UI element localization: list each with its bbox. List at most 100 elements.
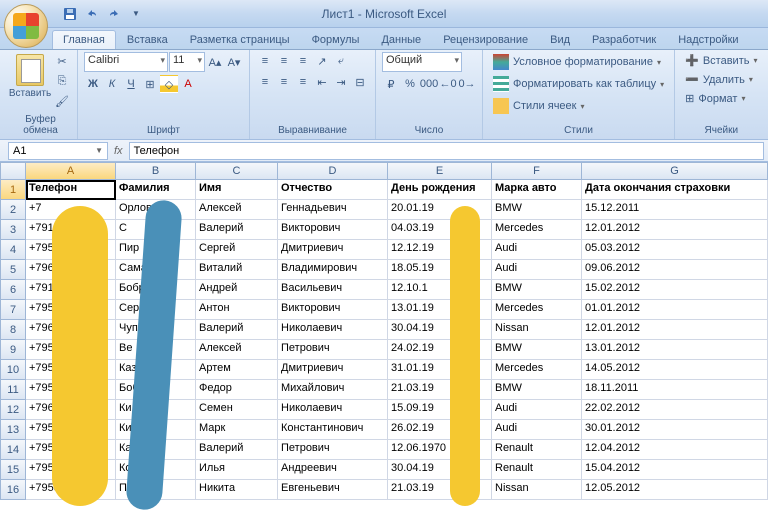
- fill-color-button[interactable]: ◇: [160, 75, 178, 93]
- align-left-button[interactable]: ≡: [256, 73, 274, 91]
- cell[interactable]: Викторович: [278, 220, 388, 240]
- cell[interactable]: Марка авто: [492, 180, 582, 200]
- wrap-text-button[interactable]: ⤶: [332, 52, 350, 70]
- bold-button[interactable]: Ж: [84, 75, 102, 93]
- formula-bar[interactable]: Телефон: [129, 142, 764, 160]
- cell[interactable]: 09.06.2012: [582, 260, 768, 280]
- cut-button[interactable]: ✂: [53, 52, 71, 70]
- cell[interactable]: Дмитриевич: [278, 360, 388, 380]
- cell[interactable]: 01.01.2012: [582, 300, 768, 320]
- column-header-C[interactable]: C: [196, 162, 278, 180]
- align-center-button[interactable]: ≡: [275, 73, 293, 91]
- cell[interactable]: Mercedes: [492, 360, 582, 380]
- cell[interactable]: Владимирович: [278, 260, 388, 280]
- cell[interactable]: Проко: [116, 480, 196, 500]
- cell[interactable]: Викторович: [278, 300, 388, 320]
- decrease-indent-button[interactable]: ⇤: [313, 73, 331, 91]
- underline-button[interactable]: Ч: [122, 75, 140, 93]
- cell[interactable]: Nissan: [492, 480, 582, 500]
- cell[interactable]: Имя: [196, 180, 278, 200]
- row-header[interactable]: 11: [0, 380, 26, 400]
- redo-button[interactable]: [104, 4, 124, 24]
- cell[interactable]: BMW: [492, 380, 582, 400]
- cell[interactable]: 21.03.19: [388, 480, 492, 500]
- cell[interactable]: Алексей: [196, 340, 278, 360]
- row-header[interactable]: 6: [0, 280, 26, 300]
- tab-разметка страницы[interactable]: Разметка страницы: [179, 30, 301, 49]
- cell[interactable]: 18.11.2011: [582, 380, 768, 400]
- cell[interactable]: Пир: [116, 240, 196, 260]
- comma-button[interactable]: 000: [420, 75, 438, 93]
- paste-button[interactable]: Вставить: [10, 52, 50, 101]
- font-size-combo[interactable]: 11: [169, 52, 205, 72]
- cell[interactable]: 12.01.2012: [582, 320, 768, 340]
- cell[interactable]: Никита: [196, 480, 278, 500]
- cell[interactable]: Отчество: [278, 180, 388, 200]
- row-header[interactable]: 2: [0, 200, 26, 220]
- tab-разработчик[interactable]: Разработчик: [581, 30, 667, 49]
- cell[interactable]: +7953: [26, 360, 116, 380]
- cell[interactable]: Евгеньевич: [278, 480, 388, 500]
- cell[interactable]: Самаров: [116, 260, 196, 280]
- cell[interactable]: 15.02.2012: [582, 280, 768, 300]
- cell[interactable]: BMW: [492, 280, 582, 300]
- italic-button[interactable]: К: [103, 75, 121, 93]
- cell[interactable]: Казанов: [116, 360, 196, 380]
- cell[interactable]: +7953: [26, 420, 116, 440]
- cell[interactable]: Орлов: [116, 200, 196, 220]
- row-header[interactable]: 15: [0, 460, 26, 480]
- cell[interactable]: Mercedes: [492, 220, 582, 240]
- row-header[interactable]: 12: [0, 400, 26, 420]
- tab-вид[interactable]: Вид: [539, 30, 581, 49]
- column-header-B[interactable]: B: [116, 162, 196, 180]
- cell[interactable]: Audi: [492, 420, 582, 440]
- cell[interactable]: Сериков: [116, 300, 196, 320]
- cell[interactable]: +7953: [26, 380, 116, 400]
- tab-надстройки[interactable]: Надстройки: [667, 30, 749, 49]
- cell[interactable]: +7963 00: [26, 260, 116, 280]
- cell[interactable]: 14.05.2012: [582, 360, 768, 380]
- cell[interactable]: Петрович: [278, 340, 388, 360]
- grow-font-button[interactable]: A▴: [206, 53, 224, 71]
- select-all-corner[interactable]: [0, 162, 26, 180]
- cell[interactable]: Фамилия: [116, 180, 196, 200]
- row-header[interactable]: 10: [0, 360, 26, 380]
- cell[interactable]: 24.02.19: [388, 340, 492, 360]
- cell[interactable]: Audi: [492, 260, 582, 280]
- cell[interactable]: 05.03.2012: [582, 240, 768, 260]
- cell[interactable]: +795: [26, 340, 116, 360]
- cell[interactable]: Nissan: [492, 320, 582, 340]
- cell[interactable]: +7953 0: [26, 460, 116, 480]
- cell[interactable]: Audi: [492, 400, 582, 420]
- cell[interactable]: Валерий: [196, 320, 278, 340]
- fx-icon[interactable]: fx: [114, 145, 123, 157]
- cell[interactable]: BMW: [492, 200, 582, 220]
- cell[interactable]: Ве: [116, 340, 196, 360]
- cell[interactable]: Алексей: [196, 200, 278, 220]
- row-header[interactable]: 5: [0, 260, 26, 280]
- cell[interactable]: 31.01.19: [388, 360, 492, 380]
- font-name-combo[interactable]: Calibri: [84, 52, 168, 72]
- cell[interactable]: Виталий: [196, 260, 278, 280]
- delete-cells-button[interactable]: ➖Удалить▾: [681, 71, 757, 88]
- cell[interactable]: С: [116, 220, 196, 240]
- percent-button[interactable]: %: [401, 75, 419, 93]
- cell[interactable]: Антон: [196, 300, 278, 320]
- cell[interactable]: Николаевич: [278, 400, 388, 420]
- column-header-E[interactable]: E: [388, 162, 492, 180]
- cell[interactable]: Mercedes: [492, 300, 582, 320]
- cell[interactable]: Валерий: [196, 220, 278, 240]
- cell[interactable]: Петрович: [278, 440, 388, 460]
- cell[interactable]: Николаевич: [278, 320, 388, 340]
- align-bottom-button[interactable]: ≡: [294, 52, 312, 70]
- cell[interactable]: 30.04.19: [388, 320, 492, 340]
- cell[interactable]: +7953: [26, 480, 116, 500]
- cell[interactable]: Audi: [492, 240, 582, 260]
- row-header[interactable]: 3: [0, 220, 26, 240]
- tab-вставка[interactable]: Вставка: [116, 30, 179, 49]
- cell[interactable]: Сергей: [196, 240, 278, 260]
- align-right-button[interactable]: ≡: [294, 73, 312, 91]
- tab-главная[interactable]: Главная: [52, 30, 116, 49]
- cell[interactable]: 04.03.19: [388, 220, 492, 240]
- cell[interactable]: 12.06.1970: [388, 440, 492, 460]
